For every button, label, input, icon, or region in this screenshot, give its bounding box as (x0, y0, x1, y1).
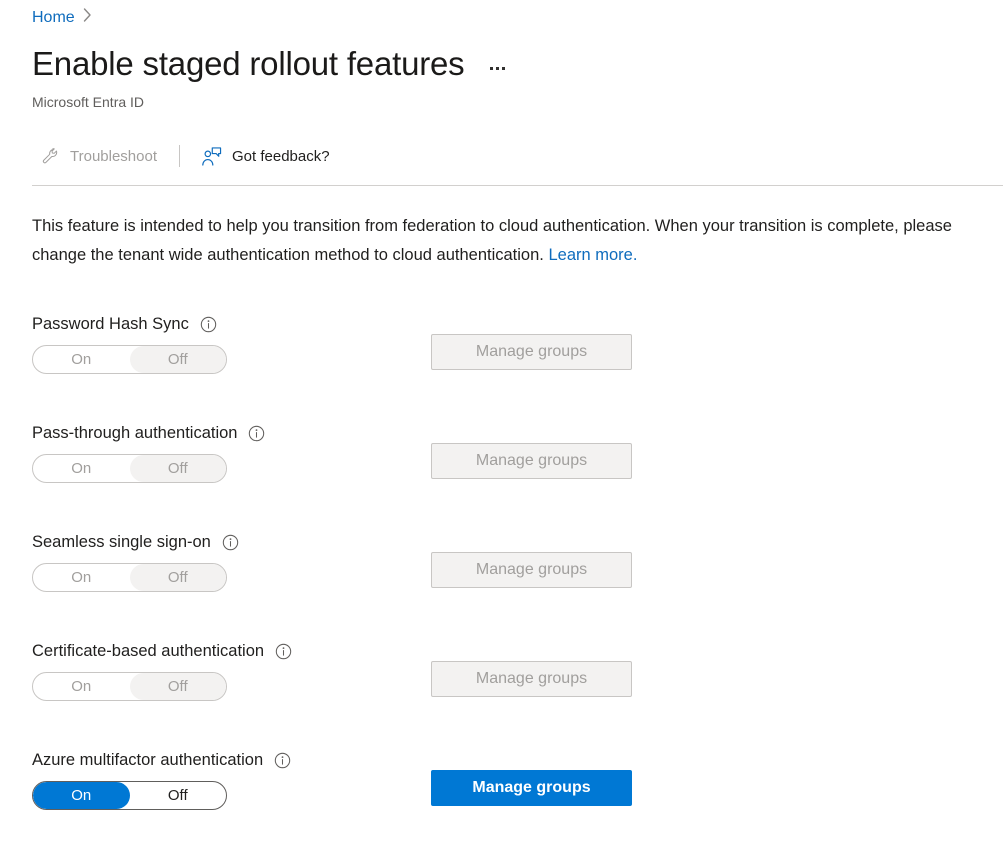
feature-label: Certificate-based authentication (32, 640, 264, 662)
page-title: Enable staged rollout features (32, 44, 464, 84)
wrench-icon (40, 146, 60, 166)
feature-row: Certificate-based authentication On Off … (0, 632, 1003, 741)
info-icon[interactable] (200, 316, 217, 333)
breadcrumb-home-link[interactable]: Home (32, 6, 75, 30)
info-icon[interactable] (274, 752, 291, 769)
toggle-option-off[interactable]: Off (130, 455, 227, 482)
info-icon[interactable] (248, 425, 265, 442)
feature-header: Azure multifactor authentication (32, 749, 291, 771)
command-bar: Troubleshoot Got feedback? (32, 136, 338, 176)
feature-header: Password Hash Sync (32, 313, 217, 335)
feature-row: Pass-through authentication On Off Manag… (0, 414, 1003, 523)
toggle-option-off[interactable]: Off (130, 346, 227, 373)
feature-label: Password Hash Sync (32, 313, 189, 335)
feature-toggle[interactable]: On Off (32, 781, 227, 810)
description-body: This feature is intended to help you tra… (32, 217, 952, 264)
toggle-option-off[interactable]: Off (130, 673, 227, 700)
chevron-right-icon (83, 6, 92, 30)
manage-groups-button[interactable]: Manage groups (431, 770, 632, 806)
feedback-person-icon (202, 146, 222, 166)
feature-label: Pass-through authentication (32, 422, 237, 444)
toggle-option-on[interactable]: On (33, 455, 130, 482)
manage-groups-button[interactable]: Manage groups (431, 334, 632, 370)
toggle-option-on[interactable]: On (33, 673, 130, 700)
breadcrumb: Home (32, 6, 92, 30)
manage-groups-button[interactable]: Manage groups (431, 661, 632, 697)
feature-header: Certificate-based authentication (32, 640, 292, 662)
feature-toggle[interactable]: On Off (32, 345, 227, 374)
info-icon[interactable] (222, 534, 239, 551)
page-header: Enable staged rollout features (32, 44, 509, 84)
command-bar-divider (32, 185, 1003, 186)
got-feedback-label: Got feedback? (232, 148, 330, 165)
manage-groups-button[interactable]: Manage groups (431, 443, 632, 479)
feature-row: Password Hash Sync On Off Manage groups (0, 305, 1003, 414)
feature-row: Azure multifactor authentication On Off … (0, 741, 1003, 850)
feature-row: Seamless single sign-on On Off Manage gr… (0, 523, 1003, 632)
command-bar-separator (179, 145, 180, 167)
feature-header: Pass-through authentication (32, 422, 265, 444)
page-subtitle: Microsoft Entra ID (32, 92, 144, 112)
feature-header: Seamless single sign-on (32, 531, 239, 553)
troubleshoot-command[interactable]: Troubleshoot (32, 136, 165, 176)
learn-more-link[interactable]: Learn more. (548, 246, 637, 264)
feature-toggle[interactable]: On Off (32, 672, 227, 701)
feature-list: Password Hash Sync On Off Manage groups … (0, 305, 1003, 850)
toggle-option-on[interactable]: On (33, 346, 130, 373)
info-icon[interactable] (275, 643, 292, 660)
description-text: This feature is intended to help you tra… (32, 212, 982, 270)
feature-toggle[interactable]: On Off (32, 454, 227, 483)
toggle-option-on[interactable]: On (33, 564, 130, 591)
feature-toggle[interactable]: On Off (32, 563, 227, 592)
got-feedback-command[interactable]: Got feedback? (194, 136, 338, 176)
manage-groups-button[interactable]: Manage groups (431, 552, 632, 588)
troubleshoot-label: Troubleshoot (70, 148, 157, 165)
feature-label: Seamless single sign-on (32, 531, 211, 553)
feature-label: Azure multifactor authentication (32, 749, 263, 771)
toggle-option-off[interactable]: Off (130, 782, 227, 809)
toggle-option-off[interactable]: Off (130, 564, 227, 591)
toggle-option-on[interactable]: On (33, 782, 130, 809)
overflow-menu-icon[interactable] (486, 61, 509, 76)
